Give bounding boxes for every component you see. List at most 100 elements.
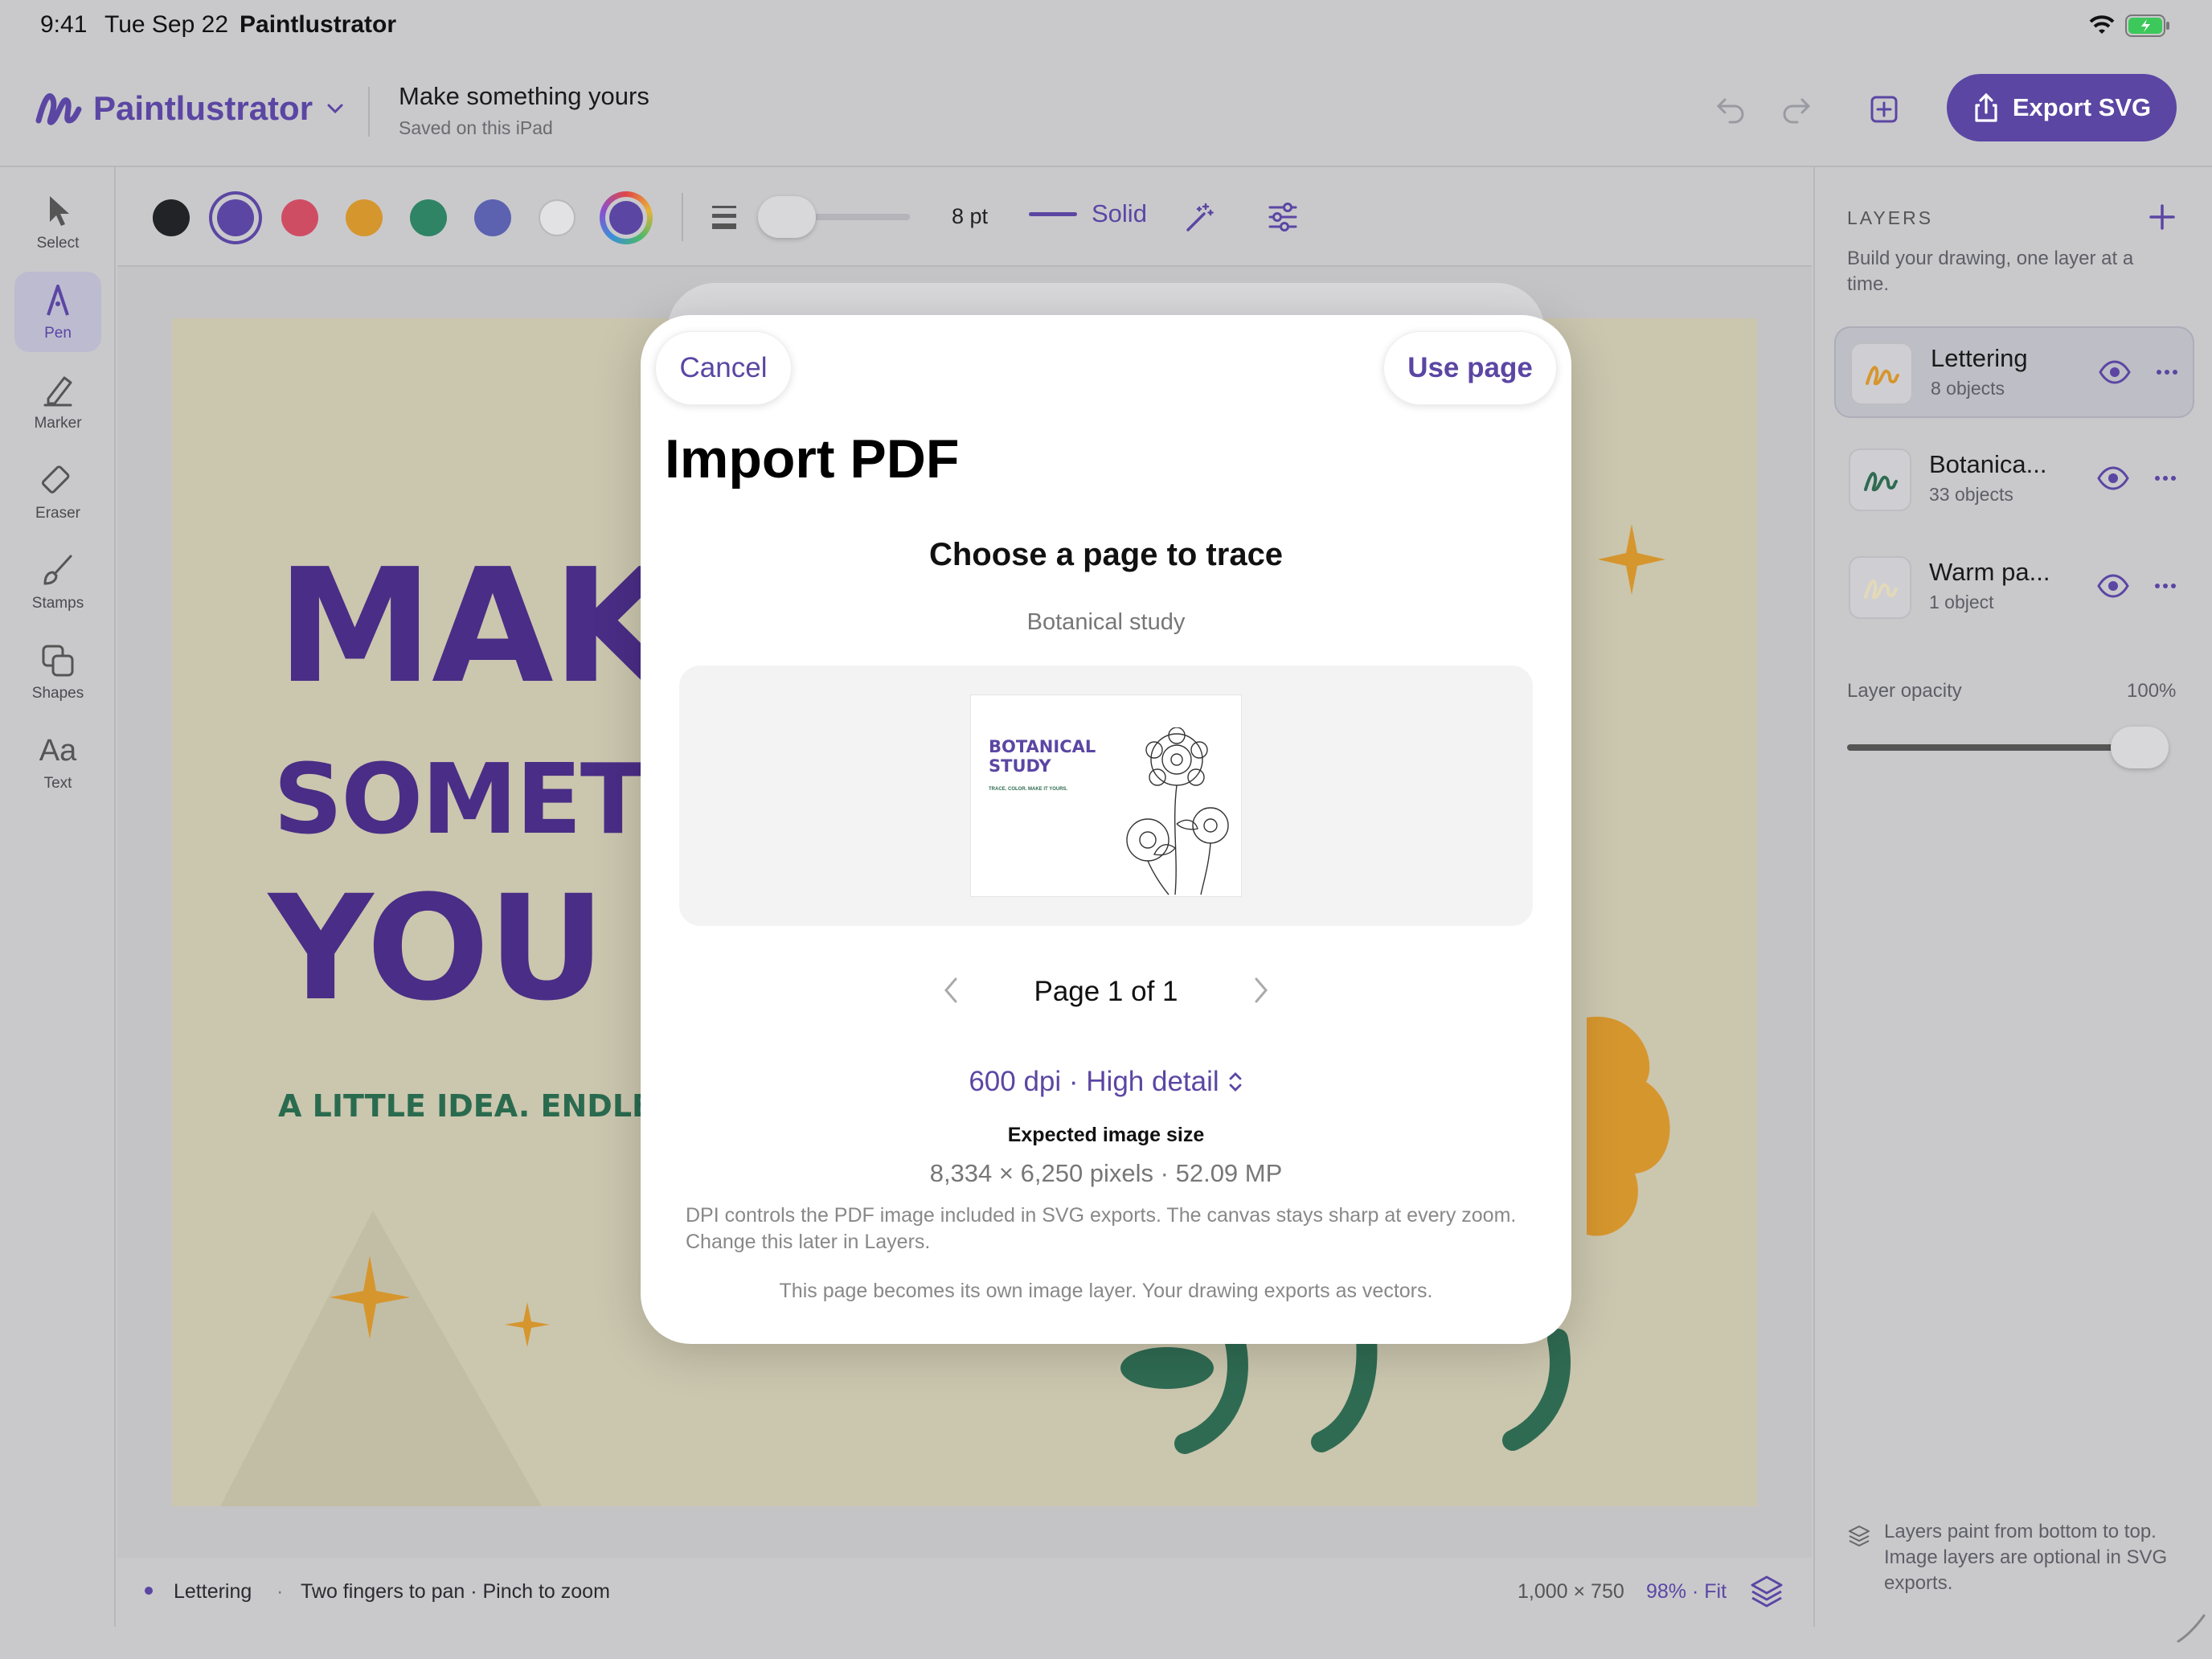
dialog-subtitle: Choose a page to trace xyxy=(928,537,1284,572)
active-layer-name: Lettering xyxy=(174,1580,252,1603)
cancel-button[interactable]: Cancel xyxy=(655,331,792,405)
image-layer-note: This page becomes its own image layer. Y… xyxy=(779,1280,1433,1302)
pen-toolbar: 8 pt Solid xyxy=(117,167,1812,267)
more-options-icon[interactable] xyxy=(2151,465,2180,492)
tool-shapes[interactable]: Shapes xyxy=(14,632,101,712)
tool-stamps[interactable]: Stamps xyxy=(14,542,101,622)
scribble-icon xyxy=(1864,472,1898,492)
page-indicator: Page 1 of 1 xyxy=(1034,976,1178,1007)
gesture-hint: Two fingers to pan · Pinch to zoom xyxy=(301,1580,610,1603)
dpi-picker-label: 600 dpi · High detail xyxy=(969,1066,1219,1097)
layers-info-icon xyxy=(1847,1524,1871,1548)
layer-name: Botanica... xyxy=(1929,450,2047,478)
more-options-icon[interactable] xyxy=(2153,358,2181,386)
layer-object-count: 1 object xyxy=(1929,592,1994,612)
layer-thumbnail xyxy=(1849,449,1911,511)
layers-panel: LAYERS Build your drawing, one layer at … xyxy=(1813,167,2212,1627)
active-layer-dot xyxy=(145,1587,153,1595)
layer-opacity-label: Layer opacity xyxy=(1847,680,1962,702)
status-footer: Lettering · Two fingers to pan · Pinch t… xyxy=(117,1558,1812,1627)
stroke-width-thumb[interactable] xyxy=(758,196,816,238)
wifi-icon xyxy=(2088,14,2116,35)
add-page-button[interactable] xyxy=(1858,84,1910,135)
layer-opacity-thumb[interactable] xyxy=(2111,727,2169,768)
color-swatch[interactable] xyxy=(346,199,383,236)
dpi-picker[interactable]: 600 dpi · High detail xyxy=(641,1066,1571,1098)
layer-row[interactable]: Warm pa... 1 object xyxy=(1834,542,2194,633)
tool-rail: Select Pen Marker Eraser Stamps Shapes A… xyxy=(0,167,116,1627)
undo-button[interactable] xyxy=(1706,84,1757,135)
tool-select-label: Select xyxy=(36,235,80,252)
layer-row[interactable]: Botanica... 33 objects xyxy=(1834,434,2194,526)
tool-eraser[interactable]: Eraser xyxy=(14,452,101,532)
canvas-size: 1,000 × 750 xyxy=(1518,1580,1624,1603)
status-time: 9:41 xyxy=(40,11,88,38)
layer-name: Lettering xyxy=(1931,344,2028,372)
add-layer-button[interactable] xyxy=(2148,203,2177,231)
stroke-weight-icon[interactable] xyxy=(711,203,738,231)
stroke-width-slider[interactable] xyxy=(758,196,910,238)
layer-opacity-slider[interactable] xyxy=(1847,727,2169,768)
export-svg-button[interactable]: Export SVG xyxy=(1947,74,2177,141)
magic-wand-icon[interactable] xyxy=(1183,201,1215,233)
layers-footer-note: Layers paint from bottom to top. Image l… xyxy=(1884,1521,2168,1594)
thumbnail-title-line-1: BOTANICAL xyxy=(989,737,1096,756)
tool-marker[interactable]: Marker xyxy=(14,362,101,442)
export-svg-label: Export SVG xyxy=(2012,93,2152,121)
color-swatch[interactable] xyxy=(539,199,576,236)
layer-row[interactable]: Lettering 8 objects xyxy=(1834,326,2194,418)
eye-icon[interactable] xyxy=(2096,465,2130,492)
color-swatch[interactable] xyxy=(410,199,447,236)
layer-thumbnail xyxy=(1849,556,1911,619)
eye-icon[interactable] xyxy=(2096,572,2130,600)
status-app-name: Paintlustrator xyxy=(240,11,397,38)
tool-text-label: Text xyxy=(43,775,72,792)
tool-pen[interactable]: Pen xyxy=(14,272,101,352)
dpi-help-note: DPI controls the PDF image included in S… xyxy=(686,1204,1517,1253)
document-title[interactable]: Make something yours xyxy=(399,82,649,111)
sliders-settings-icon[interactable] xyxy=(1267,203,1299,231)
document-save-status: Saved on this iPad xyxy=(399,117,553,138)
brand-menu[interactable]: Paintlustrator xyxy=(35,88,346,129)
header-divider xyxy=(368,87,370,137)
tool-pen-label: Pen xyxy=(44,325,72,342)
next-page-button[interactable] xyxy=(1250,976,1272,1005)
use-page-button[interactable]: Use page xyxy=(1383,331,1557,405)
eye-icon[interactable] xyxy=(2098,358,2132,386)
brush-icon xyxy=(39,551,77,590)
custom-color-picker[interactable] xyxy=(600,191,653,244)
tool-eraser-label: Eraser xyxy=(35,505,80,522)
zoom-level[interactable]: 98% · Fit xyxy=(1646,1580,1727,1604)
dialog-title: Import PDF xyxy=(665,428,960,490)
thumbnail-flowers xyxy=(1126,727,1229,895)
status-bar: 9:41 Tue Sep 22 Paintlustrator xyxy=(0,0,2212,51)
layers-stack-icon[interactable] xyxy=(1749,1574,1784,1609)
layers-panel-description: Build your drawing, one layer at a time. xyxy=(1847,248,2134,295)
import-pdf-dialog: Cancel Use page Import PDF Choose a page… xyxy=(641,315,1571,1344)
eraser-icon xyxy=(39,461,77,500)
layers-panel-title: LAYERS xyxy=(1847,207,1934,228)
pdf-file-name: Botanical study xyxy=(1026,609,1186,635)
marker-icon xyxy=(39,371,77,410)
battery-icon xyxy=(2125,14,2170,37)
stroke-width-value: 8 pt xyxy=(952,204,989,228)
expected-size-value: 8,334 × 6,250 pixels · 52.09 MP xyxy=(929,1159,1283,1187)
expected-size-label: Expected image size xyxy=(1007,1124,1205,1146)
stroke-style-button[interactable]: Solid xyxy=(1029,199,1147,228)
layer-object-count: 33 objects xyxy=(1929,484,2013,505)
tool-text[interactable]: Aa Text xyxy=(14,722,101,802)
page-thumbnail[interactable]: BOTANICAL STUDY TRACE. COLOR. MAKE IT YO… xyxy=(970,694,1242,897)
more-options-icon[interactable] xyxy=(2151,572,2180,600)
tool-select[interactable]: Select xyxy=(14,182,101,262)
app-header: Paintlustrator Make something yours Save… xyxy=(0,51,2212,167)
tool-stamps-label: Stamps xyxy=(31,595,84,612)
color-swatch[interactable] xyxy=(474,199,511,236)
color-swatch[interactable] xyxy=(153,199,190,236)
arrow-pointer-icon xyxy=(39,191,77,230)
color-swatch[interactable] xyxy=(281,199,318,236)
redo-button[interactable] xyxy=(1770,84,1821,135)
layer-object-count: 8 objects xyxy=(1931,378,2005,399)
scribble-icon xyxy=(1866,366,1899,386)
layer-thumbnail xyxy=(1850,342,1913,405)
color-swatch[interactable] xyxy=(217,199,254,236)
